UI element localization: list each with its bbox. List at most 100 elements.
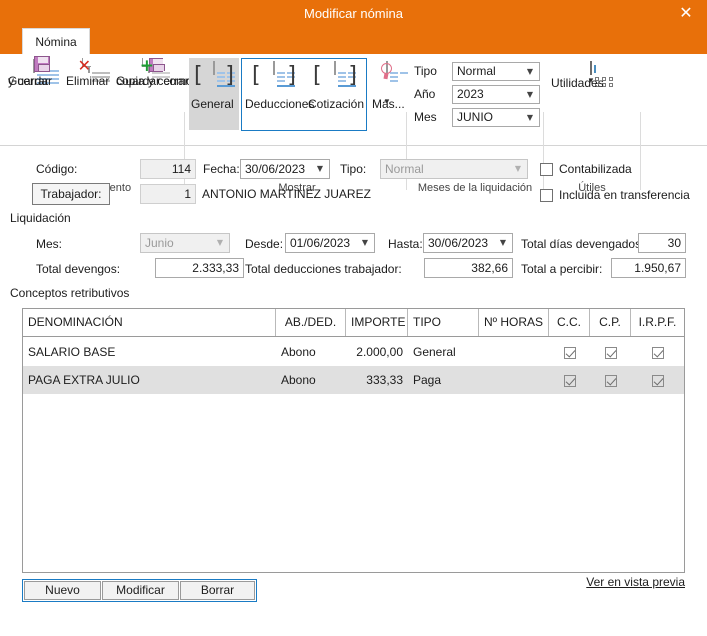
irpf-checkbox[interactable] xyxy=(651,374,664,387)
transferencia-checkbox[interactable] xyxy=(540,189,553,202)
save-copy-icon: + xyxy=(114,58,184,78)
mes-select: Junio ▼ xyxy=(140,233,230,253)
chevron-down-icon[interactable]: ▼ xyxy=(524,86,536,103)
contabilizada-checkbox[interactable] xyxy=(540,163,553,176)
save-as-copy-label-2: copia y cerrar ▾ xyxy=(114,75,199,89)
chevron-down-icon: ▼ xyxy=(514,164,522,173)
chevron-down-icon[interactable]: ▼ xyxy=(314,160,326,178)
chevron-down-icon[interactable]: ▼ xyxy=(359,234,371,252)
th-abded[interactable]: AB./DED. xyxy=(276,309,346,336)
th-tipo[interactable]: TIPO xyxy=(408,309,479,336)
close-icon[interactable]: ✕ xyxy=(671,0,701,26)
desde-value: 01/06/2023 xyxy=(290,236,351,250)
trabajador-name: ANTONIO MARTINEZ JUAREZ xyxy=(202,187,371,201)
save-and-close-button[interactable]: Guardar y cerrar xyxy=(6,56,62,88)
cell-horas xyxy=(479,366,549,394)
utilidades-button[interactable]: Utilidades ▾ xyxy=(549,61,633,90)
desde-label: Desde: xyxy=(245,237,284,251)
trabajador-button-label: Trabajador: xyxy=(40,187,102,201)
trabajador-button[interactable]: Trabajador: xyxy=(32,183,110,205)
table-row[interactable]: SALARIO BASE Abono 2.000,00 General xyxy=(23,338,684,366)
tab-nomina[interactable]: Nómina xyxy=(22,28,90,55)
irpf-checkbox[interactable] xyxy=(651,346,664,359)
ribbon-tipo-select[interactable]: Normal ▼ xyxy=(452,62,540,81)
hasta-value: 30/06/2023 xyxy=(428,236,489,250)
table-row[interactable]: PAGA EXTRA JULIO Abono 333,33 Paga xyxy=(23,366,684,394)
document-more-icon xyxy=(372,61,408,96)
cell-abded: Abono xyxy=(281,345,316,359)
ribbon-separator xyxy=(640,112,641,190)
cell-irpf[interactable] xyxy=(631,366,684,394)
ribbon-mes-select[interactable]: JUNIO ▼ xyxy=(452,108,540,127)
cell-cp[interactable] xyxy=(590,338,631,366)
cell-importe: 2.000,00 xyxy=(356,345,403,359)
th-denominacion[interactable]: DENOMINACIÓN xyxy=(23,309,276,336)
chevron-down-icon[interactable]: ▼ xyxy=(524,63,536,80)
chevron-down-icon[interactable]: ▼ xyxy=(497,234,509,252)
ribbon-tipo-label: Tipo xyxy=(414,64,437,78)
save-close-icon xyxy=(6,56,62,84)
save-as-copy-and-close-button[interactable]: + Guardar como copia y cerrar ▾ xyxy=(114,58,197,88)
ribbon-anio-label: Año xyxy=(414,87,436,101)
th-irpf[interactable]: I.R.P.F. xyxy=(631,309,684,336)
fecha-input[interactable]: 30/06/2023 ▼ xyxy=(240,159,330,179)
cc-checkbox[interactable] xyxy=(563,374,576,387)
document-deductions-icon: [ ] xyxy=(252,61,296,88)
fecha-label: Fecha: xyxy=(203,162,240,176)
preview-link[interactable]: Ver en vista previa xyxy=(586,575,685,589)
delete-label: Eliminar xyxy=(66,74,110,88)
th-importe[interactable]: IMPORTE xyxy=(346,309,408,336)
codigo-value: 114 xyxy=(140,159,196,179)
ribbon-separator xyxy=(543,112,544,190)
th-horas[interactable]: Nº HORAS xyxy=(479,309,549,336)
cell-tipo: Paga xyxy=(413,373,442,387)
cell-importe: 333,33 xyxy=(366,373,403,387)
show-cotizacion-button[interactable]: [ ] Cotización xyxy=(306,61,364,111)
total-dias-value[interactable]: 30 xyxy=(638,233,686,253)
mes-value: Junio xyxy=(145,236,174,250)
delete-button[interactable]: ✕ Eliminar xyxy=(64,58,114,88)
show-general-label: General xyxy=(191,97,234,111)
cc-checkbox[interactable] xyxy=(563,346,576,359)
cell-cc[interactable] xyxy=(549,338,590,366)
hasta-label: Hasta: xyxy=(388,237,423,251)
show-deducciones-button[interactable]: [ ] Deducciones xyxy=(243,61,314,111)
ribbon-anio-select[interactable]: 2023 ▼ xyxy=(452,85,540,104)
save-and-close-label-2: y cerrar xyxy=(8,74,49,88)
codigo-label: Código: xyxy=(36,162,78,176)
chevron-down-icon: ▼ xyxy=(216,238,224,247)
th-cc[interactable]: C.C. xyxy=(549,309,590,336)
mes-label: Mes: xyxy=(36,237,63,251)
cell-cp[interactable] xyxy=(590,366,631,394)
total-devengos-value[interactable]: 2.333,33 xyxy=(155,258,244,278)
nuevo-button[interactable]: Nuevo xyxy=(24,581,101,600)
show-cotizacion-label: Cotización xyxy=(308,97,365,111)
total-percibir-value[interactable]: 1.950,67 xyxy=(611,258,686,278)
cell-cc[interactable] xyxy=(549,366,590,394)
hasta-input[interactable]: 30/06/2023 ▼ xyxy=(423,233,513,253)
delete-document-icon: ✕ xyxy=(64,58,114,82)
nuevo-label: Nuevo xyxy=(45,583,80,597)
total-deducciones-value[interactable]: 382,66 xyxy=(424,258,513,278)
calculator-icon xyxy=(549,61,633,87)
modificar-label: Modificar xyxy=(116,583,165,597)
modificar-button[interactable]: Modificar xyxy=(102,581,179,600)
ribbon-anio-value: 2023 xyxy=(457,87,484,101)
tipo-value: Normal xyxy=(385,162,424,176)
chevron-down-icon[interactable]: ▼ xyxy=(524,109,536,126)
desde-input[interactable]: 01/06/2023 ▼ xyxy=(285,233,375,253)
cell-horas xyxy=(479,338,549,366)
conceptos-section-title: Conceptos retributivos xyxy=(10,286,130,300)
tipo-label: Tipo: xyxy=(340,162,367,176)
cp-checkbox[interactable] xyxy=(604,374,617,387)
th-cp[interactable]: C.P. xyxy=(590,309,631,336)
cp-checkbox[interactable] xyxy=(604,346,617,359)
fecha-value: 30/06/2023 xyxy=(245,162,306,176)
borrar-button[interactable]: Borrar xyxy=(180,581,255,600)
total-dias-label: Total días devengados: xyxy=(521,237,645,251)
trabajador-code: 1 xyxy=(140,184,196,204)
show-general-button[interactable]: [ ] General xyxy=(189,58,239,130)
show-mas-button[interactable]: Más... ▾ xyxy=(370,61,408,111)
cell-irpf[interactable] xyxy=(631,338,684,366)
show-mas-label: Más... xyxy=(372,97,405,111)
